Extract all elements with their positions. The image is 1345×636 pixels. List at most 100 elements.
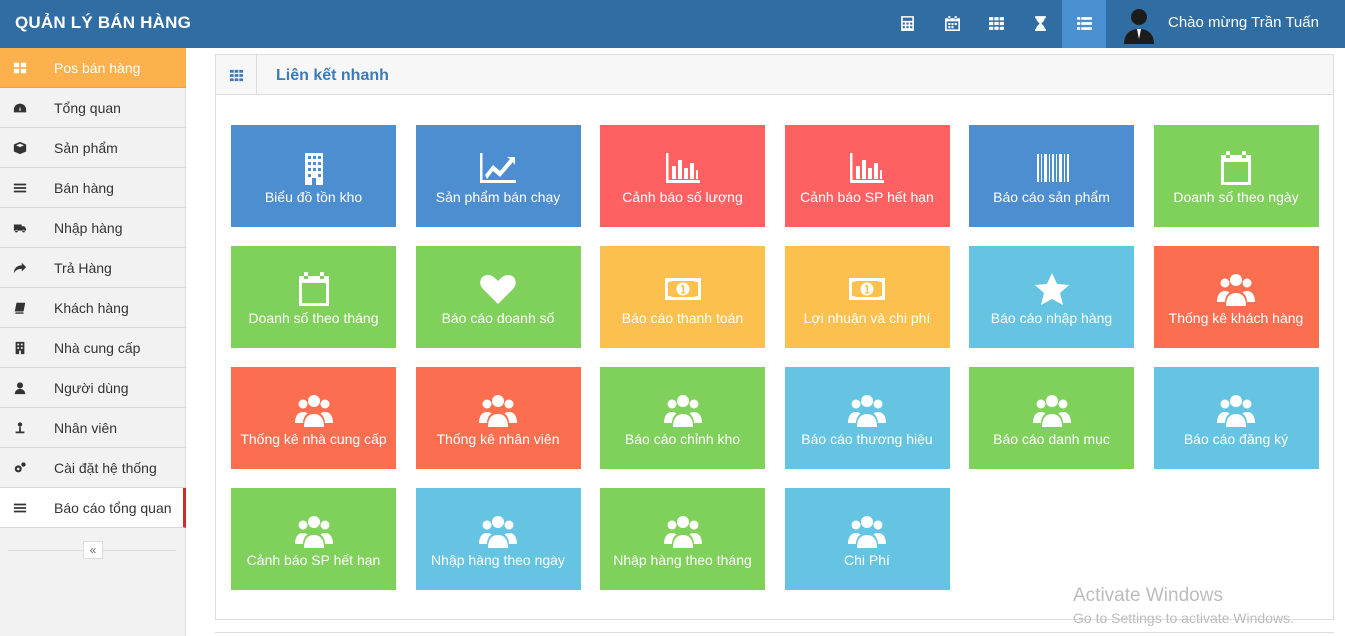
quick-link-tile[interactable]: Cảnh báo SP hết hạn [784,125,950,227]
sidebar-item-overview[interactable]: Tổng quan [0,88,186,128]
sidebar-item-label: Nhà cung cấp [54,340,141,356]
line-chart-icon [416,151,581,187]
sidebar-item-label: Nhân viên [54,420,118,436]
building-icon [231,151,396,187]
windows-activation-watermark: Activate Windows Go to Settings to activ… [1073,585,1294,626]
calculator-icon[interactable] [896,12,918,34]
star-icon [969,272,1134,308]
sidebar-item-label: Bán hàng [54,180,114,196]
quick-link-tile[interactable]: Lợi nhuận và chi phí [784,246,950,348]
tile-label: Báo cáo nhập hàng [990,310,1113,326]
quick-link-tile[interactable]: Báo cáo đăng ký [1153,367,1319,469]
share-icon [12,260,28,276]
sidebar-item-settings[interactable]: Cài đặt hệ thống [0,448,186,488]
panel-title: Liên kết nhanh [276,67,389,84]
tile-label: Báo cáo đăng ký [1183,431,1289,447]
users-icon [231,514,396,550]
sidebar-item-returns[interactable]: Trả Hàng [0,248,186,288]
grid-icon[interactable] [985,12,1007,34]
sidebar-item-pos[interactable]: Pos bán hàng [0,48,186,88]
tile-label: Chi Phí [844,552,890,568]
quick-link-tile[interactable]: Nhập hàng theo ngày [415,488,581,590]
tile-label: Báo cáo sản phẩm [993,189,1110,205]
sidebar-item-label: Tổng quan [54,100,121,116]
quick-link-tile[interactable]: Báo cáo nhập hàng [969,246,1134,348]
sidebar-item-label: Nhập hàng [54,220,123,236]
tile-label: Doanh số theo ngày [1173,189,1299,205]
quick-link-tile[interactable]: Báo cáo thanh toán [600,246,765,348]
quick-link-tile[interactable]: Báo cáo chỉnh kho [600,367,765,469]
tile-label: Thống kê nhân viên [436,431,560,447]
user-icon [12,380,28,396]
sidebar-item-staff[interactable]: Nhân viên [0,408,186,448]
dashboard-icon [12,100,28,116]
users-icon [600,393,765,429]
users-icon [1154,272,1319,308]
watermark-subtitle: Go to Settings to activate Windows. [1073,610,1294,626]
sidebar-item-suppliers[interactable]: Nhà cung cấp [0,328,186,368]
menu-icon [12,500,28,516]
users-icon [231,393,396,429]
quick-link-tile[interactable]: Chi Phí [784,488,950,590]
sidebar-item-users[interactable]: Người dùng [0,368,186,408]
quick-link-tile[interactable]: Thống kê nhà cung cấp [231,367,396,469]
bar-chart-icon [600,151,765,187]
quick-link-tile[interactable]: Doanh số theo ngày [1153,125,1319,227]
tile-label: Nhập hàng theo tháng [613,552,752,568]
sidebar: Pos bán hàng Tổng quan Sản phẩm Bán hàng… [0,48,186,636]
app-title: QUẢN LÝ BÁN HÀNG [15,13,192,32]
quick-link-tile[interactable]: Báo cáo sản phẩm [969,125,1134,227]
worker-icon [12,420,28,436]
watermark-title: Activate Windows [1073,585,1223,606]
sidebar-collapse-button[interactable]: « [83,541,103,559]
top-navbar: QUẢN LÝ BÁN HÀNG Chào mừng Trần Tuấn [0,0,1345,48]
heart-icon [416,272,581,308]
quick-link-tile[interactable]: Doanh số theo tháng [231,246,396,348]
users-icon [416,514,581,550]
quick-link-tile[interactable]: Sản phẩm bán chạy [415,125,581,227]
sidebar-item-customers[interactable]: Khách hàng [0,288,186,328]
list-icon[interactable] [1073,12,1095,34]
sidebar-item-import[interactable]: Nhập hàng [0,208,186,248]
quick-link-tile[interactable]: Nhập hàng theo tháng [600,488,765,590]
quick-link-tile[interactable]: Biểu đồ tồn kho [231,125,396,227]
money-icon [600,272,765,308]
tile-label: Thống kê nhà cung cấp [240,431,387,447]
sidebar-item-label: Cài đặt hệ thống [54,460,157,476]
grid-icon [12,60,28,76]
users-icon [1154,393,1319,429]
sidebar-item-products[interactable]: Sản phẩm [0,128,186,168]
user-greeting[interactable]: Chào mừng Trần Tuấn [1168,14,1319,31]
bar-chart-icon [785,151,950,187]
calendar-icon [1154,151,1319,187]
quick-link-tile[interactable]: Cảnh báo số lượng [600,125,765,227]
users-icon [416,393,581,429]
tile-label: Cảnh báo SP hết hạn [800,189,934,205]
quick-link-tile[interactable]: Cảnh báo SP hết hạn [231,488,396,590]
divider [215,632,1334,636]
quick-link-tile[interactable]: Báo cáo doanh số [415,246,581,348]
quick-link-tile[interactable]: Thống kê khách hàng [1153,246,1319,348]
quick-link-tile[interactable]: Thống kê nhân viên [415,367,581,469]
tile-label: Nhập hàng theo ngày [431,552,565,568]
sidebar-item-sales[interactable]: Bán hàng [0,168,186,208]
hourglass-icon[interactable] [1029,12,1051,34]
user-avatar[interactable] [1119,4,1159,44]
sidebar-item-label: Người dùng [54,380,129,396]
book-icon [12,300,28,316]
sidebar-item-label: Báo cáo tổng quan [54,500,172,516]
sidebar-item-label: Khách hàng [54,300,129,316]
box-icon [12,140,28,156]
calendar-icon [231,272,396,308]
tile-label: Thống kê khách hàng [1168,310,1304,326]
users-icon [785,393,950,429]
sidebar-item-report-overview[interactable]: Báo cáo tổng quan [0,488,186,528]
calendar-icon[interactable] [941,12,963,34]
tile-label: Báo cáo doanh số [441,310,555,326]
quick-link-tile[interactable]: Báo cáo thương hiệu [784,367,950,469]
tile-label: Báo cáo thanh toán [621,310,744,326]
users-icon [969,393,1134,429]
panel-header: Liên kết nhanh [216,55,1333,95]
barcode-icon [969,151,1134,187]
quick-link-tile[interactable]: Báo cáo danh mục [969,367,1134,469]
